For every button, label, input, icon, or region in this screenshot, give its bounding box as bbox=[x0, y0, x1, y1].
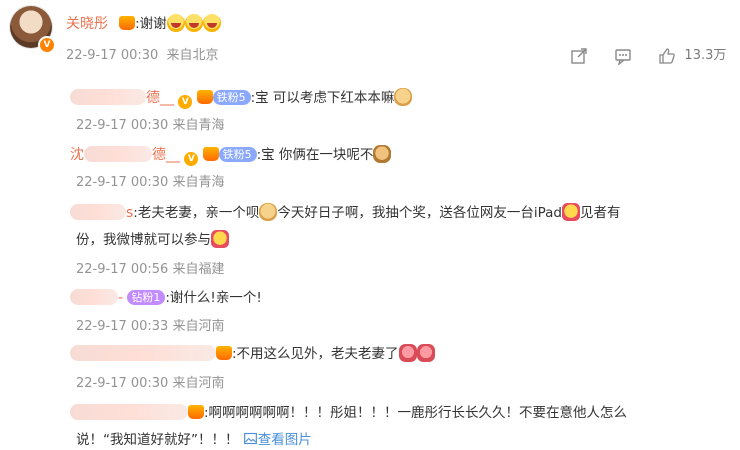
comment-time[interactable]: 22-9-17 00:56 bbox=[76, 262, 168, 277]
doge-emoji-icon bbox=[259, 203, 278, 221]
comment-row: 德__ V 铁粉5:宝 可以考虑下红本本嘛 bbox=[70, 86, 413, 109]
comment-icon[interactable] bbox=[614, 47, 632, 65]
comment-author-prefix[interactable]: 沈 bbox=[70, 147, 84, 163]
comment-text-line2: 说！“我知道好就好”！！！ bbox=[76, 432, 239, 448]
blurred-username bbox=[70, 89, 146, 105]
comment-time[interactable]: 22-9-17 00:30 bbox=[76, 118, 168, 133]
comment-time[interactable]: 22-9-17 00:30 bbox=[76, 175, 168, 190]
comment-text: :谢什么!亲一个! bbox=[165, 290, 262, 306]
laugh-emoji-icon bbox=[166, 14, 185, 32]
heart-eyes-icon bbox=[216, 346, 232, 360]
post-text: :谢谢 bbox=[135, 16, 167, 32]
comment-row: - 钻粉1:谢什么!亲一个! bbox=[70, 286, 262, 306]
crown-icon bbox=[202, 147, 219, 161]
blurred-username bbox=[70, 345, 216, 361]
comment-meta: 22-9-17 00:30 来自青海 bbox=[76, 114, 225, 133]
comment-author[interactable]: 德__ bbox=[146, 90, 174, 106]
comment-author[interactable]: 德__ bbox=[152, 147, 180, 163]
laugh-emoji-icon bbox=[184, 14, 203, 32]
comment-meta: 22-9-17 00:30 来自河南 bbox=[76, 372, 225, 391]
laugh-emoji-icon bbox=[202, 14, 221, 32]
comment-text: :啊啊啊啊啊啊！！！彤姐！！！一鹿彤行长长久久！不要在意他人怎么 bbox=[204, 405, 628, 421]
comment-author[interactable]: - bbox=[118, 290, 123, 306]
comment-text-continued: 今天好日子啊，我抽个奖，送各位网友一台iPad bbox=[277, 205, 562, 221]
blurred-username bbox=[70, 404, 188, 420]
verified-badge-icon: V bbox=[178, 95, 193, 109]
gift-emoji-icon bbox=[211, 230, 229, 248]
post-actions: 13.3万 bbox=[570, 44, 726, 65]
comment-row: :不用这么见外，老夫老妻了 bbox=[70, 342, 435, 362]
comment-text-continued: 见者有 bbox=[580, 205, 621, 221]
comment-location: 来自青海 bbox=[172, 175, 225, 190]
post-source: 来自北京 bbox=[166, 48, 219, 63]
share-icon[interactable] bbox=[570, 47, 588, 65]
gift-emoji-icon bbox=[562, 203, 580, 221]
kiss-emoji-icon bbox=[416, 344, 435, 362]
post-author-name[interactable]: 关晓彤 bbox=[66, 16, 108, 32]
comment-time[interactable]: 22-9-17 00:33 bbox=[76, 319, 168, 334]
doge-emoji-icon bbox=[394, 88, 413, 106]
verified-badge-icon: V bbox=[184, 152, 199, 166]
kiss-emoji-icon bbox=[398, 344, 417, 362]
fan-badge: 钻粉1 bbox=[127, 290, 166, 305]
heart-eyes-icon bbox=[188, 405, 204, 419]
comment-time[interactable]: 22-9-17 00:30 bbox=[76, 376, 168, 391]
comment-location: 来自青海 bbox=[172, 118, 225, 133]
blurred-username bbox=[70, 289, 118, 305]
like-icon[interactable] bbox=[658, 47, 676, 65]
comment-row-line2: 说！“我知道好就好”！！！ 查看图片 bbox=[76, 428, 312, 448]
comment-text: :宝 你俩在一块呢不 bbox=[256, 147, 374, 163]
post-meta: 22-9-17 00:30 来自北京 bbox=[66, 44, 219, 63]
crown-icon bbox=[196, 90, 213, 104]
post-time[interactable]: 22-9-17 00:30 bbox=[66, 48, 158, 63]
image-icon[interactable] bbox=[243, 431, 258, 446]
comment-text-line2: 份，我微博就可以参与 bbox=[76, 232, 211, 248]
fan-badge: 铁粉5 bbox=[218, 147, 257, 162]
blurred-username bbox=[70, 204, 126, 220]
post-header: 关晓彤 :谢谢 bbox=[66, 12, 221, 33]
verified-badge-icon: V bbox=[38, 36, 56, 54]
comment-row: 沈 德__ V 铁粉5:宝 你俩在一块呢不 bbox=[70, 143, 392, 166]
comment-location: 来自河南 bbox=[172, 376, 225, 391]
view-image-link[interactable]: 查看图片 bbox=[258, 432, 312, 448]
comment-meta: 22-9-17 00:33 来自河南 bbox=[76, 315, 225, 334]
cat-emoji-icon bbox=[373, 145, 392, 163]
fan-badge: 铁粉5 bbox=[212, 90, 251, 105]
comment-text: :不用这么见外，老夫老妻了 bbox=[232, 346, 399, 362]
like-count: 13.3万 bbox=[684, 48, 727, 63]
comment-row-line2: 份，我微博就可以参与 bbox=[76, 228, 229, 248]
heart-eyes-icon bbox=[119, 16, 136, 30]
comment-row: :啊啊啊啊啊啊！！！彤姐！！！一鹿彤行长长久久！不要在意他人怎么 bbox=[70, 401, 627, 421]
comment-row: s:老夫老妻，亲一个呗 今天好日子啊，我抽个奖，送各位网友一台iPad 见者有 bbox=[70, 201, 621, 221]
comment-meta: 22-9-17 00:56 来自福建 bbox=[76, 258, 225, 277]
comment-meta: 22-9-17 00:30 来自青海 bbox=[76, 171, 225, 190]
comment-location: 来自福建 bbox=[172, 262, 225, 277]
comment-location: 来自河南 bbox=[172, 319, 225, 334]
comment-text: :宝 可以考虑下红本本嘛 bbox=[250, 90, 395, 106]
blurred-username bbox=[84, 146, 152, 162]
comment-text: :老夫老妻，亲一个呗 bbox=[133, 205, 260, 221]
